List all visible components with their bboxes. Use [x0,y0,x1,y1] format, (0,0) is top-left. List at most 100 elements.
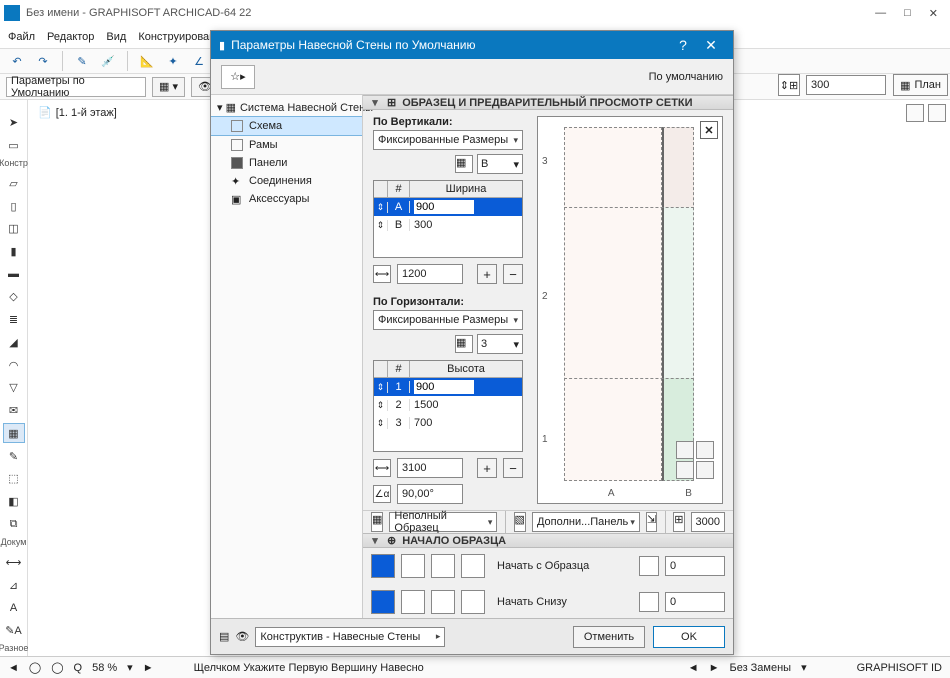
menu-view[interactable]: Вид [106,31,126,43]
horizontal-grid-icon[interactable]: ▦ [455,335,473,353]
slab-tool-icon[interactable]: ◇ [3,287,25,307]
dialog-titlebar[interactable]: ▮ Параметры Навесной Стены по Умолчанию … [211,31,733,59]
text-tool-icon[interactable]: A [3,598,25,618]
inject-icon[interactable]: 💉 [97,50,119,72]
tree-item-accessories[interactable]: ▣Аксессуары [211,190,362,208]
skylight-tool-icon[interactable]: ▽ [3,378,25,398]
dialog-close-icon[interactable]: ✕ [697,37,725,54]
preview-tool-2[interactable] [696,441,714,459]
zoom-caret-icon[interactable]: ▾ [127,661,133,674]
collapse2-icon[interactable]: ▾ [369,534,381,547]
origin-mode-2a[interactable] [371,590,395,614]
fill-panel-combo[interactable]: Дополни...Панель▾ [532,512,640,532]
preview-close-icon[interactable]: ✕ [700,121,718,139]
menu-edit[interactable]: Редактор [47,31,94,43]
ruler-icon[interactable]: 📐 [136,50,158,72]
opt-num[interactable]: 3000 [691,512,725,532]
opt-icon3[interactable]: ⇲ [646,512,657,532]
partial-pattern-combo[interactable]: Неполный Образец▾ [389,512,497,532]
zoom-out-icon[interactable]: Q [74,662,83,674]
origin-mode-1d[interactable] [461,554,485,578]
cancel-button[interactable]: Отменить [573,626,645,648]
horizontal-add-button[interactable]: + [477,458,497,478]
marquee-tool-icon[interactable]: ▭ [3,135,25,155]
opt-icon2[interactable]: ▧ [514,512,526,532]
tree-item-panels[interactable]: Панели [211,154,362,172]
preview-canvas[interactable] [564,127,694,481]
maximize-icon[interactable]: □ [904,7,911,20]
beam-tool-icon[interactable]: ▬ [3,264,25,284]
nav-l-icon[interactable]: ◄ [688,662,699,674]
horizontal-remove-button[interactable]: − [503,458,523,478]
arrow-tool-icon[interactable]: ➤ [3,113,25,133]
vertical-grid-icon[interactable]: ▦ [455,155,473,173]
shell-tool-icon[interactable]: ◠ [3,355,25,375]
origin-offset-icon-1[interactable] [639,556,659,576]
horizontal-row-2[interactable]: ⇕21500 [374,396,522,414]
zone-tool-icon[interactable]: ◧ [3,492,25,512]
tree-item-frames[interactable]: Рамы [211,136,362,154]
nav-circle-icon[interactable]: ◯ [29,661,41,674]
origin-value-1[interactable]: 0 [665,556,725,576]
door-tool-icon[interactable]: ▯ [3,196,25,216]
vertical-column-combo[interactable]: B▾ [477,154,523,174]
vertical-mode-combo[interactable]: Фиксированные Размеры▾ [373,130,523,150]
vertical-row-A[interactable]: ⇕A [374,198,522,216]
brand-id[interactable]: GRAPHISOFT ID [857,662,942,674]
opt-icon4[interactable]: ⊞ [673,512,684,532]
vertical-A-input[interactable] [414,200,474,214]
origin-mode-1b[interactable] [401,554,425,578]
mesh2-tool-icon[interactable]: ⧉ [3,514,25,534]
origin-value-2[interactable]: 0 [665,592,725,612]
dimension-tool-icon[interactable]: ⟷ [3,553,25,573]
vertical-add-button[interactable]: + [477,264,497,284]
origin-mode-1a[interactable] [371,554,395,578]
eyedrop-icon[interactable]: ✎ [71,50,93,72]
layer-icon[interactable]: ▤ [219,630,229,643]
origin-mode-2c[interactable] [431,590,455,614]
level-tool-icon[interactable]: ⊿ [3,575,25,595]
nav-r-icon[interactable]: ► [709,662,720,674]
origin-mode-2b[interactable] [401,590,425,614]
vertical-remove-button[interactable]: − [503,264,523,284]
minimize-icon[interactable]: — [875,7,886,20]
height-icon[interactable]: ⇕⊞ [778,74,800,96]
tree-item-junctions[interactable]: ✦Соединения [211,172,362,190]
grid-toggle-icon[interactable]: ▦ ▾ [152,77,185,97]
view-tab[interactable]: 📄 [1. 1-й этаж] [38,106,117,119]
collapse-icon[interactable]: ▾ [369,96,381,109]
vertical-total-value[interactable]: 1200 [397,264,463,284]
undo-icon[interactable]: ↶ [6,50,28,72]
label-tool-icon[interactable]: ✎A [3,621,25,641]
origin-offset-icon-2[interactable] [639,592,659,612]
horizontal-1-input[interactable] [414,380,474,394]
dialog-help-icon[interactable]: ? [669,37,697,53]
layer-combo[interactable]: Конструктив - Навесные Стены▸ [255,627,445,647]
opt-icon1[interactable]: ▦ [371,512,383,532]
horizontal-total-value[interactable]: 3100 [397,458,463,478]
stair-tool-icon[interactable]: ≣ [3,310,25,330]
preview-tool-3[interactable] [676,461,694,479]
defaults-field[interactable]: Параметры по Умолчанию [6,77,146,97]
angle-input[interactable]: 90,00° [397,484,463,504]
horizontal-row-3[interactable]: ⇕3700 [374,414,522,432]
favorites-button[interactable]: ☆▸ [221,65,255,89]
ok-button[interactable]: OK [653,626,725,648]
redo-icon[interactable]: ↷ [32,50,54,72]
layer-eye-icon[interactable]: 👁 [235,630,249,643]
roof-tool-icon[interactable]: ◢ [3,332,25,352]
angle-icon[interactable]: ∠ [188,50,210,72]
window-tool-icon[interactable]: ◫ [3,219,25,239]
column-tool-icon[interactable]: ▮ [3,242,25,262]
origin-mode-2d[interactable] [461,590,485,614]
morph-tool-icon[interactable]: ✎ [3,446,25,466]
horizontal-mode-combo[interactable]: Фиксированные Размеры▾ [373,310,523,330]
top-dimension-input[interactable]: 300 [806,75,886,95]
close-icon[interactable]: ✕ [929,7,938,20]
horizontal-row-combo[interactable]: 3▾ [477,334,523,354]
section-pattern-header[interactable]: ▾ ⊞ ОБРАЗЕЦ И ПРЕДВАРИТЕЛЬНЫЙ ПРОСМОТР С… [363,95,733,110]
preview-tool-1[interactable] [676,441,694,459]
measure-icon[interactable]: ✦ [162,50,184,72]
tree-root[interactable]: ▾ ▦ Система Навесной Стены [211,99,362,116]
nav-next-icon[interactable]: ► [143,662,154,674]
